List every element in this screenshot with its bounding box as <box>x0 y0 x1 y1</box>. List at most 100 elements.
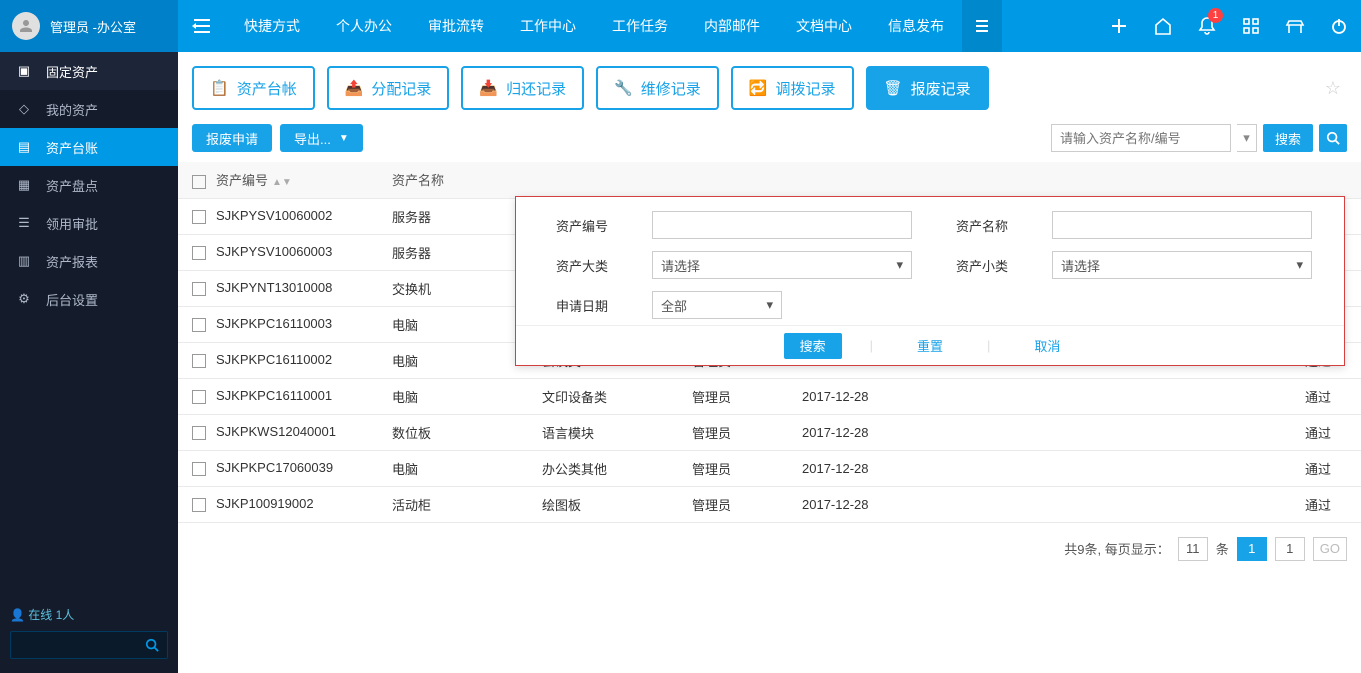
filter-subcat-select[interactable]: 请选择▾ <box>1052 251 1312 279</box>
tab-repair[interactable]: 🔧维修记录 <box>596 66 719 110</box>
sidebar-search-input[interactable] <box>10 631 168 659</box>
row-checkbox[interactable] <box>192 462 206 476</box>
sidebar-item-label: 资产盘点 <box>46 176 98 195</box>
sort-icon[interactable]: ▲▼ <box>272 177 292 188</box>
page-target-input[interactable]: 1 <box>1275 537 1305 561</box>
tab-label: 归还记录 <box>506 78 566 99</box>
row-checkbox[interactable] <box>192 318 206 332</box>
sidebar-item-settings[interactable]: ⚙ 后台设置 <box>0 280 178 318</box>
user-block[interactable]: 管理员 -办公室 <box>0 0 178 52</box>
row-checkbox[interactable] <box>192 426 206 440</box>
record-tabs: 📋资产台帐 📤分配记录 📥归还记录 🔧维修记录 🔁调拨记录 🗑 报废记录 ☆ <box>178 52 1361 120</box>
nav-mail[interactable]: 内部邮件 <box>686 0 778 52</box>
table-row[interactable]: SJKPKPC17060039电脑办公类其他管理员2017-12-28通过 <box>178 450 1361 486</box>
nav-personal[interactable]: 个人办公 <box>318 0 410 52</box>
ledger-icon: ▤ <box>16 139 32 155</box>
apply-scrap-button[interactable]: 报废申请 <box>192 124 272 152</box>
sidebar-item-approval[interactable]: ☰ 领用审批 <box>0 204 178 242</box>
collapse-sidebar-button[interactable] <box>178 0 226 52</box>
col-code[interactable]: 资产编号▲▼ <box>178 162 378 198</box>
filter-cancel-button[interactable]: 取消 <box>1018 333 1076 359</box>
sidebar-item-report[interactable]: ▥资产报表 <box>0 242 178 280</box>
folder-icon: ▣ <box>16 63 32 79</box>
filter-label-code: 资产编号 <box>532 216 632 235</box>
col-name[interactable]: 资产名称 <box>378 162 528 198</box>
home-icon[interactable] <box>1141 0 1185 52</box>
add-icon[interactable] <box>1097 0 1141 52</box>
row-checkbox[interactable] <box>192 210 206 224</box>
tab-scrap[interactable]: 🗑 报废记录 <box>866 66 989 110</box>
gear-icon: ⚙ <box>16 291 32 307</box>
nav-tasks[interactable]: 工作任务 <box>594 0 686 52</box>
sidebar: ▣ 固定资产 ◇ 我的资产 ▤ 资产台账 ▦资产盘点 ☰ 领用审批 ▥资产报表 ⚙ 后台设… <box>0 52 178 673</box>
tab-label: 报废记录 <box>911 78 971 99</box>
table-row[interactable]: SJKPKPC16110001电脑文印设备类管理员2017-12-28通过 <box>178 378 1361 414</box>
power-icon[interactable] <box>1317 0 1361 52</box>
filter-name-input[interactable] <box>1052 211 1312 239</box>
advanced-filter-panel: 资产编号 资产名称 资产大类 请选择▾ 资产小类 请选择▾ 申请日期 全部▾ 搜… <box>515 196 1345 366</box>
pager-unit: 条 <box>1216 539 1229 558</box>
top-right-icons: 1 <box>1097 0 1361 52</box>
advanced-search-toggle[interactable]: ▾ <box>1237 124 1257 152</box>
tab-transfer[interactable]: 🔁调拨记录 <box>731 66 854 110</box>
nav-approval[interactable]: 审批流转 <box>410 0 502 52</box>
list-icon: ☰ <box>16 215 32 231</box>
filter-label-cat: 资产大类 <box>532 256 632 275</box>
pagination: 共9条, 每页显示： 11 条 1 1 GO <box>178 523 1361 575</box>
filter-reset-button[interactable]: 重置 <box>901 333 959 359</box>
trash-icon: 🗑 <box>884 79 903 97</box>
user-icon: ◇ <box>16 101 32 117</box>
sidebar-item-label: 资产报表 <box>46 252 98 271</box>
sidebar-item-my-assets[interactable]: ◇ 我的资产 <box>0 90 178 128</box>
row-checkbox[interactable] <box>192 390 206 404</box>
sidebar-item-ledger[interactable]: ▤ 资产台账 <box>0 128 178 166</box>
sidebar-item-inventory[interactable]: ▦资产盘点 <box>0 166 178 204</box>
more-apps-button[interactable] <box>962 0 1002 52</box>
doc-icon: 📋 <box>210 79 229 97</box>
sidebar-item-label: 资产台账 <box>46 138 98 157</box>
table-row[interactable]: SJKPKWS12040001数位板语言模块管理员2017-12-28通过 <box>178 414 1361 450</box>
bell-icon[interactable]: 1 <box>1185 0 1229 52</box>
avatar-icon <box>12 12 40 40</box>
filter-search-button[interactable]: 搜索 <box>784 333 842 359</box>
sidebar-item-label: 后台设置 <box>46 290 98 309</box>
grid-icon[interactable] <box>1229 0 1273 52</box>
sidebar-item-label: 领用审批 <box>46 214 98 233</box>
col-status <box>1291 162 1361 198</box>
per-page-input[interactable]: 11 <box>1178 537 1208 561</box>
go-button[interactable]: GO <box>1313 537 1347 561</box>
transfer-icon: 🔁 <box>749 79 768 97</box>
nav-quick[interactable]: 快捷方式 <box>226 0 318 52</box>
filter-code-input[interactable] <box>652 211 912 239</box>
row-checkbox[interactable] <box>192 354 206 368</box>
tab-assign[interactable]: 📤分配记录 <box>327 66 450 110</box>
page-current[interactable]: 1 <box>1237 537 1267 561</box>
row-checkbox[interactable] <box>192 498 206 512</box>
pager-summary: 共9条, 每页显示： <box>1064 539 1169 558</box>
sidebar-item-label: 我的资产 <box>46 100 98 119</box>
filter-date-select[interactable]: 全部▾ <box>652 291 782 319</box>
row-checkbox[interactable] <box>192 282 206 296</box>
table-row[interactable]: SJKP100919002活动柜绘图板管理员2017-12-28通过 <box>178 486 1361 522</box>
search-icon-button[interactable] <box>1319 124 1347 152</box>
chevron-down-icon: ▼ <box>339 133 349 144</box>
favorite-star-icon[interactable]: ☆ <box>1325 78 1347 99</box>
theme-icon[interactable] <box>1273 0 1317 52</box>
col-cat <box>528 162 678 198</box>
chevron-down-icon: ▾ <box>1296 257 1303 273</box>
nav-info[interactable]: 信息发布 <box>870 0 962 52</box>
assign-icon: 📤 <box>345 79 364 97</box>
search-button[interactable]: 搜索 <box>1263 124 1313 152</box>
tab-ledger[interactable]: 📋资产台帐 <box>192 66 315 110</box>
sidebar-item-label: 固定资产 <box>46 62 98 81</box>
nav-docs[interactable]: 文档中心 <box>778 0 870 52</box>
nav-work-center[interactable]: 工作中心 <box>502 0 594 52</box>
wrench-icon: 🔧 <box>614 79 633 97</box>
row-checkbox[interactable] <box>192 246 206 260</box>
checkbox-all[interactable] <box>192 175 206 189</box>
tab-return[interactable]: 📥归还记录 <box>461 66 584 110</box>
export-button[interactable]: 导出...▼ <box>280 124 363 152</box>
filter-cat-select[interactable]: 请选择▾ <box>652 251 912 279</box>
search-input[interactable] <box>1051 124 1231 152</box>
sidebar-item-fixed-assets[interactable]: ▣ 固定资产 <box>0 52 178 90</box>
